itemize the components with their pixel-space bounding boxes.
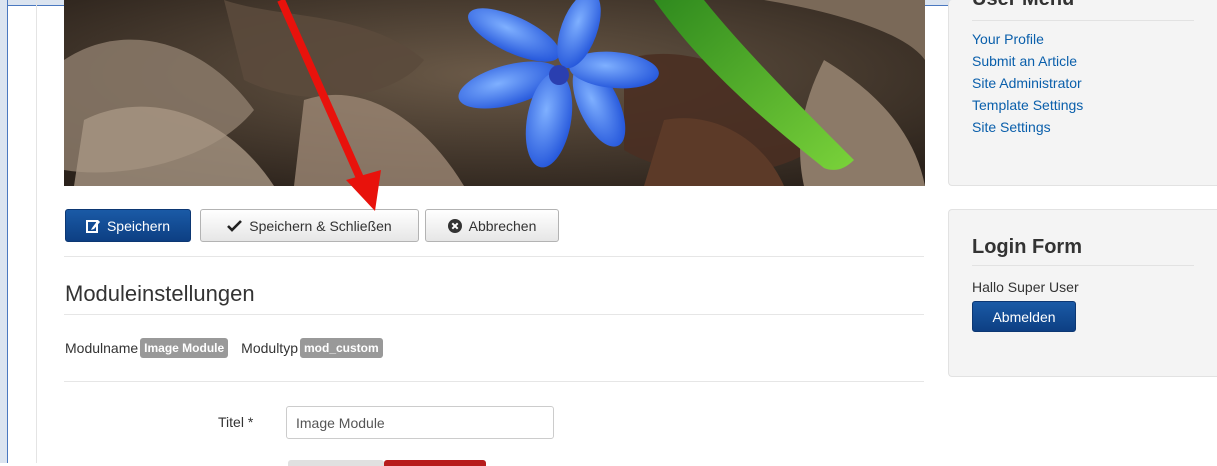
login-form-title: Login Form	[972, 236, 1082, 258]
divider	[64, 381, 924, 382]
toggle-option-left[interactable]	[288, 460, 384, 466]
save-close-button-label: Speichern & Schließen	[249, 217, 392, 234]
menu-item-site-administrator[interactable]: Site Administrator	[972, 75, 1082, 91]
module-info: Modulname Image Module Modultyp mod_cust…	[65, 338, 383, 358]
menu-item-template-settings[interactable]: Template Settings	[972, 97, 1083, 113]
page-edge	[36, 0, 37, 463]
save-close-button[interactable]: Speichern & Schließen	[200, 209, 419, 242]
greeting-text: Hallo Super User	[972, 279, 1079, 295]
checkmark-icon	[227, 219, 243, 232]
panel-divider	[972, 265, 1194, 266]
window-frame-left	[0, 0, 8, 463]
module-settings-title: Moduleinstellungen	[65, 281, 255, 306]
module-type-label: Modultyp	[241, 340, 298, 356]
user-menu-panel: User Menu Your Profile Submit an Article…	[948, 0, 1217, 186]
save-button-label: Speichern	[106, 217, 171, 234]
menu-item-site-settings[interactable]: Site Settings	[972, 119, 1051, 135]
module-type-badge: mod_custom	[299, 338, 383, 358]
panel-divider	[972, 20, 1194, 21]
cancel-button[interactable]: Abbrechen	[425, 209, 559, 242]
title-input[interactable]	[286, 406, 554, 439]
cancel-circle-icon	[447, 218, 462, 233]
user-menu-title: User Menu	[972, 0, 1074, 11]
cancel-button-label: Abbrechen	[468, 217, 537, 234]
module-name-label: Modulname	[65, 340, 139, 356]
menu-item-your-profile[interactable]: Your Profile	[972, 31, 1044, 47]
module-name-badge: Image Module	[140, 338, 229, 358]
edit-icon	[85, 219, 100, 233]
divider	[64, 256, 924, 257]
hero-image	[64, 0, 925, 186]
title-field-label: Titel *	[218, 414, 254, 430]
divider	[64, 314, 924, 315]
menu-item-submit-article[interactable]: Submit an Article	[972, 53, 1077, 69]
toggle-option-right[interactable]	[384, 460, 486, 466]
save-button[interactable]: Speichern	[65, 209, 191, 242]
logout-button[interactable]: Abmelden	[972, 301, 1076, 332]
login-form-panel: Login Form Hallo Super User Abmelden	[948, 209, 1217, 377]
